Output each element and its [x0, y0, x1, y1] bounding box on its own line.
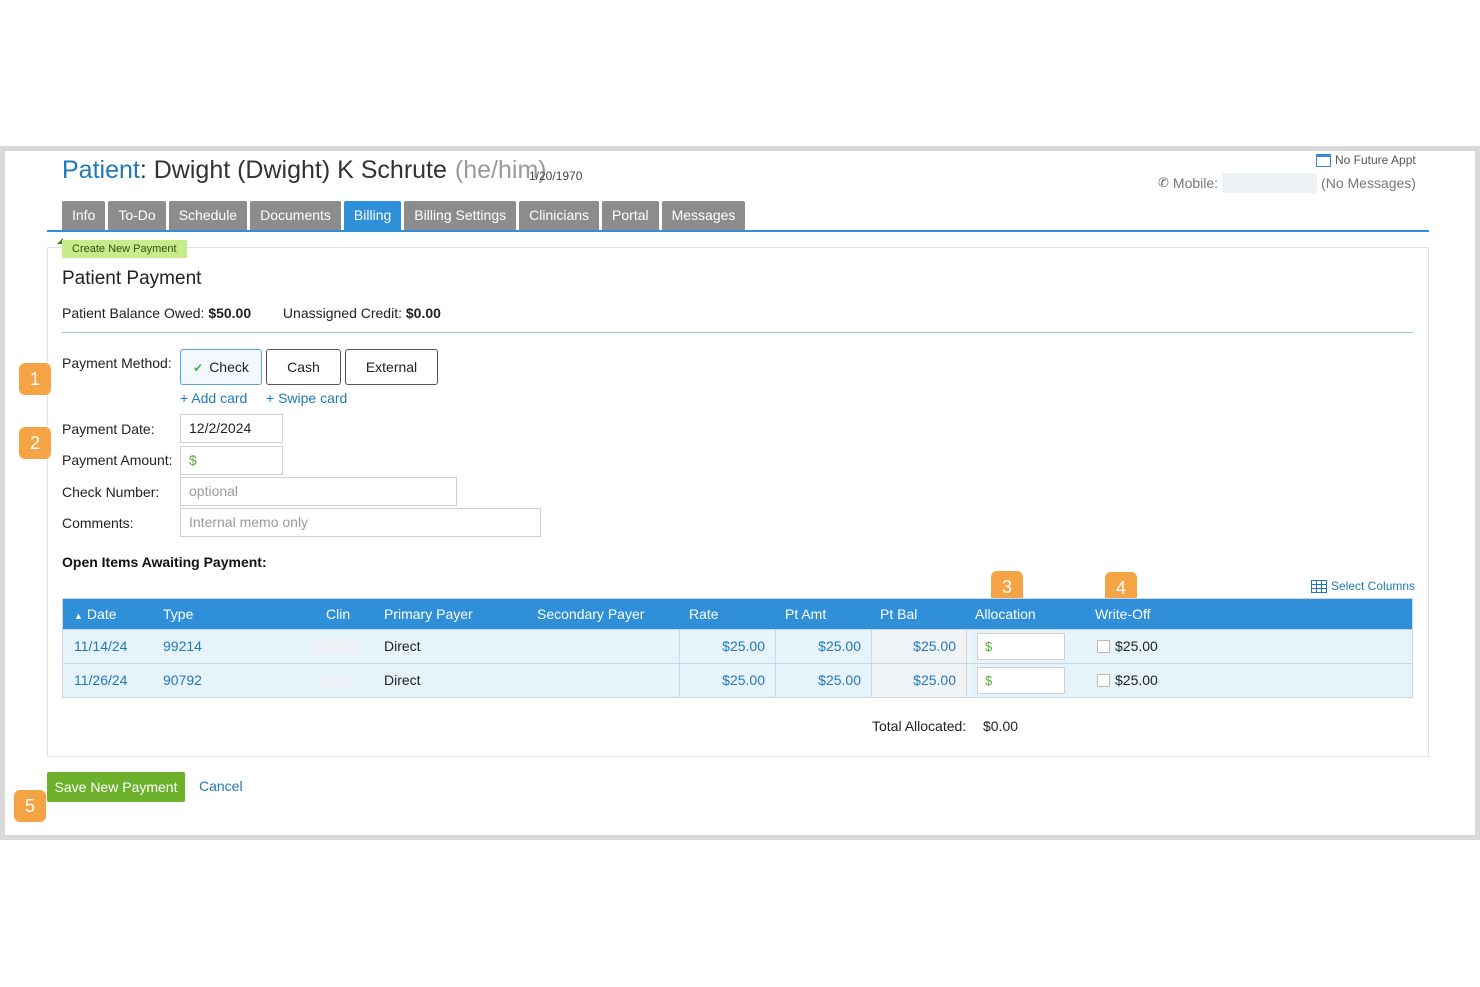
balance-summary: Patient Balance Owed: $50.00 Unassigned …: [62, 305, 441, 321]
row-pt-bal: $25.00: [913, 638, 956, 654]
calendar-icon: [1316, 153, 1331, 167]
row-type[interactable]: 99214: [163, 630, 202, 663]
credit-value: $0.00: [405, 305, 441, 321]
write-off-checkbox[interactable]: [1097, 640, 1110, 653]
mobile-number-redacted: [1222, 173, 1318, 193]
add-card-link[interactable]: + Add card: [180, 390, 247, 406]
credit-label: Unassigned Credit:: [282, 305, 402, 321]
patient-label: Patient: [62, 156, 140, 184]
select-columns-button[interactable]: Select Columns: [1311, 579, 1415, 593]
table-grid-icon: [1311, 579, 1327, 593]
payment-date-label: Payment Date:: [62, 421, 155, 437]
row-write-off: $25.00: [1115, 638, 1158, 654]
tabs-divider: [47, 230, 1429, 232]
open-items-table: ▲ Date Type Clin Primary Payer Secondary …: [62, 598, 1413, 698]
currency-prefix: $: [189, 452, 197, 468]
col-allocation[interactable]: Allocation: [975, 599, 1036, 629]
tab-schedule[interactable]: Schedule: [168, 201, 248, 230]
save-payment-button[interactable]: Save New Payment: [47, 772, 185, 802]
callout-5: 5: [14, 790, 46, 822]
sort-asc-icon: ▲: [74, 611, 83, 621]
check-number-label: Check Number:: [62, 484, 160, 500]
allocation-currency: $: [985, 673, 993, 688]
table-row: 11/26/24 90792 Direct $25.00 $25.00 $25.…: [63, 663, 1412, 697]
tab-info[interactable]: Info: [62, 201, 106, 230]
mobile-contact: ✆ Mobile: (No Messages): [1158, 173, 1416, 193]
checkmark-icon: ✔: [193, 361, 204, 375]
tab-billing-settings[interactable]: Billing Settings: [404, 201, 517, 230]
col-type[interactable]: Type: [163, 599, 193, 629]
total-allocated-label: Total Allocated:: [872, 718, 967, 734]
tab-clinicians[interactable]: Clinicians: [519, 201, 600, 230]
col-primary-payer[interactable]: Primary Payer: [384, 599, 473, 629]
row-date[interactable]: 11/14/24: [74, 630, 127, 663]
open-items-title: Open Items Awaiting Payment:: [62, 554, 267, 570]
phone-icon: ✆: [1158, 175, 1169, 190]
tab-to-do[interactable]: To-Do: [108, 201, 166, 230]
allocation-currency: $: [985, 639, 993, 654]
row-clinician-redacted: [319, 675, 349, 687]
row-pt-amt: $25.00: [818, 638, 861, 654]
cancel-link[interactable]: Cancel: [199, 778, 243, 794]
payment-amount-label: Payment Amount:: [62, 452, 173, 468]
total-allocated-value: $0.00: [983, 718, 1019, 734]
tab-messages[interactable]: Messages: [661, 201, 746, 230]
check-number-field[interactable]: optional: [180, 477, 457, 506]
method-check-button[interactable]: ✔ Check: [180, 349, 262, 385]
col-clin[interactable]: Clin: [326, 599, 350, 629]
table-header: ▲ Date Type Clin Primary Payer Secondary …: [63, 599, 1412, 629]
patient-tabs: Info To-Do Schedule Documents Billing Bi…: [62, 201, 746, 230]
row-primary-payer: Direct: [384, 638, 421, 654]
allocation-input[interactable]: $: [977, 667, 1065, 694]
section-divider: [62, 332, 1413, 333]
comments-placeholder: Internal memo only: [189, 514, 309, 530]
col-write-off[interactable]: Write-Off: [1095, 599, 1151, 629]
appointment-status-text: No Future Appt: [1335, 153, 1416, 167]
tab-billing[interactable]: Billing: [343, 201, 402, 230]
col-pt-amt[interactable]: Pt Amt: [785, 599, 826, 629]
appointment-status[interactable]: No Future Appt: [1316, 153, 1416, 167]
row-type[interactable]: 90792: [163, 664, 202, 697]
col-date[interactable]: ▲ Date: [74, 599, 117, 631]
comments-label: Comments:: [62, 515, 134, 531]
row-pt-bal: $25.00: [913, 672, 956, 688]
col-rate[interactable]: Rate: [689, 599, 719, 629]
tab-documents[interactable]: Documents: [250, 201, 341, 230]
row-date[interactable]: 11/26/24: [74, 664, 127, 697]
check-number-placeholder: optional: [189, 483, 239, 499]
row-clinician-redacted: [313, 641, 359, 653]
balance-label: Patient Balance Owed:: [62, 305, 205, 321]
row-write-off: $25.00: [1115, 672, 1158, 688]
patient-name: Dwight (Dwight) K Schrute: [153, 156, 447, 184]
table-row: 11/14/24 99214 Direct $25.00 $25.00 $25.…: [63, 629, 1412, 663]
breadcrumb: Create New Payment: [62, 240, 187, 258]
method-check-label: Check: [209, 359, 249, 375]
swipe-card-link[interactable]: + Swipe card: [266, 390, 347, 406]
method-external-button[interactable]: External: [345, 349, 438, 385]
section-title: Patient Payment: [62, 268, 202, 289]
callout-1: 1: [19, 363, 51, 395]
mobile-label: Mobile:: [1172, 175, 1219, 191]
row-rate: $25.00: [722, 638, 765, 654]
col-date-label: Date: [86, 606, 117, 622]
allocation-input[interactable]: $: [977, 633, 1065, 660]
page-title: Patient: Dwight (Dwight) K Schrute (he/hi…: [62, 156, 547, 184]
write-off-checkbox[interactable]: [1097, 674, 1110, 687]
method-cash-button[interactable]: Cash: [266, 349, 341, 385]
payment-amount-field[interactable]: $: [180, 446, 283, 475]
col-pt-bal[interactable]: Pt Bal: [880, 599, 917, 629]
row-primary-payer: Direct: [384, 672, 421, 688]
messages-status: (No Messages): [1321, 175, 1416, 191]
callout-2: 2: [19, 427, 51, 459]
row-pt-amt: $25.00: [818, 672, 861, 688]
select-columns-label: Select Columns: [1331, 579, 1416, 593]
row-rate: $25.00: [722, 672, 765, 688]
payment-method-label: Payment Method:: [62, 355, 172, 371]
tab-portal[interactable]: Portal: [602, 201, 659, 230]
balance-value: $50.00: [208, 305, 252, 321]
col-secondary-payer[interactable]: Secondary Payer: [537, 599, 644, 629]
comments-field[interactable]: Internal memo only: [180, 508, 541, 537]
payment-date-field[interactable]: 12/2/2024: [180, 414, 283, 443]
patient-dob: 1/20/1970: [529, 169, 583, 183]
